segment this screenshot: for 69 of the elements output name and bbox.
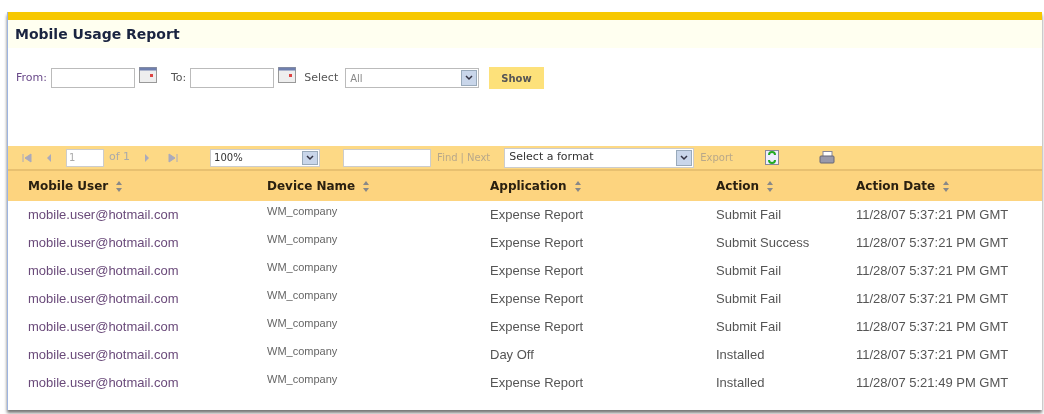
report-title: Mobile Usage Report <box>15 24 180 44</box>
table-cell-text: Submit Fail <box>716 290 783 309</box>
table-cell-text: 11/28/07 5:37:21 PM GMT <box>856 318 1010 337</box>
table-cell-text: mobile.user@hotmail.com <box>28 262 180 281</box>
table-cell-text: mobile.user@hotmail.com <box>28 290 180 309</box>
sort-icon[interactable] <box>116 180 123 192</box>
select-label: Select <box>304 69 339 86</box>
next-page-icon[interactable] <box>144 152 151 163</box>
calendar-icon[interactable] <box>278 67 297 83</box>
table-cell-text: WM_company <box>267 287 339 303</box>
table-cell-text: Submit Fail <box>716 262 783 281</box>
table-cell-text: Expense Report <box>490 374 585 393</box>
table-cell-text: Expense Report <box>490 206 585 225</box>
table-cell-text: Expense Report <box>490 262 585 281</box>
to-date-field[interactable] <box>190 68 275 88</box>
refresh-icon[interactable] <box>765 150 779 165</box>
table-cell-text: Installed <box>716 374 766 393</box>
table-cell-text: Submit Success <box>716 234 811 253</box>
table-cell-text: WM_company <box>267 315 339 331</box>
sort-icon[interactable] <box>767 180 774 192</box>
table-cell-text: 11/28/07 5:37:21 PM GMT <box>856 346 1010 365</box>
last-page-icon[interactable] <box>168 152 179 163</box>
table-cell-text: 11/28/07 5:37:21 PM GMT <box>856 290 1010 309</box>
column-header[interactable]: Action Date <box>856 177 936 195</box>
from-label: From: <box>16 69 47 86</box>
caret-icon <box>465 75 474 81</box>
zoom-dropdown[interactable]: 100% <box>210 148 321 167</box>
table-cell-text: WM_company <box>267 259 339 275</box>
link-separator: | <box>460 151 464 165</box>
table-cell-text: Expense Report <box>490 318 585 337</box>
table-cell-text: Expense Report <box>490 234 585 253</box>
table-cell-text: mobile.user@hotmail.com <box>28 346 180 365</box>
from-date-field[interactable] <box>50 68 135 88</box>
table-cell-text: Submit Fail <box>716 206 783 225</box>
column-header[interactable]: Application <box>490 177 567 195</box>
table-cell-text: WM_company <box>267 231 339 247</box>
column-header[interactable]: Mobile User <box>28 177 109 195</box>
table-cell-text: 11/28/07 5:37:21 PM GMT <box>856 234 1010 253</box>
table-cell-text: mobile.user@hotmail.com <box>28 374 180 393</box>
table-cell-text: WM_company <box>267 203 339 219</box>
previous-page-icon[interactable] <box>46 152 52 163</box>
print-icon[interactable] <box>819 150 835 165</box>
type-dropdown[interactable]: All <box>345 68 480 88</box>
find-field[interactable] <box>343 148 432 167</box>
to-label: To: <box>170 69 187 86</box>
calendar-icon[interactable] <box>138 67 157 83</box>
caret-icon <box>680 154 689 161</box>
table-cell-text: mobile.user@hotmail.com <box>28 234 180 253</box>
sort-icon[interactable] <box>943 180 950 192</box>
table-cell-text: 11/28/07 5:37:21 PM GMT <box>856 206 1010 225</box>
sort-icon[interactable] <box>363 180 370 192</box>
table-cell-text: mobile.user@hotmail.com <box>28 318 180 337</box>
column-header[interactable]: Device Name <box>267 177 356 195</box>
column-header[interactable]: Action <box>716 177 760 195</box>
caret-icon <box>306 154 315 161</box>
table-cell-text: WM_company <box>267 343 339 359</box>
table-cell-text: Submit Fail <box>716 318 783 337</box>
table-cell-text: Expense Report <box>490 290 585 309</box>
export-format-dropdown[interactable]: Select a format <box>504 147 695 168</box>
table-cell-text: 11/28/07 5:21:49 PM GMT <box>856 374 1010 393</box>
table-cell-text: mobile.user@hotmail.com <box>28 206 180 225</box>
show-button[interactable]: Show <box>489 67 544 89</box>
table-cell-text: Day Off <box>490 346 535 365</box>
sort-icon[interactable] <box>574 180 581 192</box>
table-cell-text: WM_company <box>267 371 339 387</box>
table-cell-text: Installed <box>716 346 766 365</box>
table-cell-text: 11/28/07 5:37:21 PM GMT <box>856 262 1010 281</box>
page-count: of 1 <box>109 149 131 166</box>
first-page-icon[interactable] <box>22 152 32 163</box>
